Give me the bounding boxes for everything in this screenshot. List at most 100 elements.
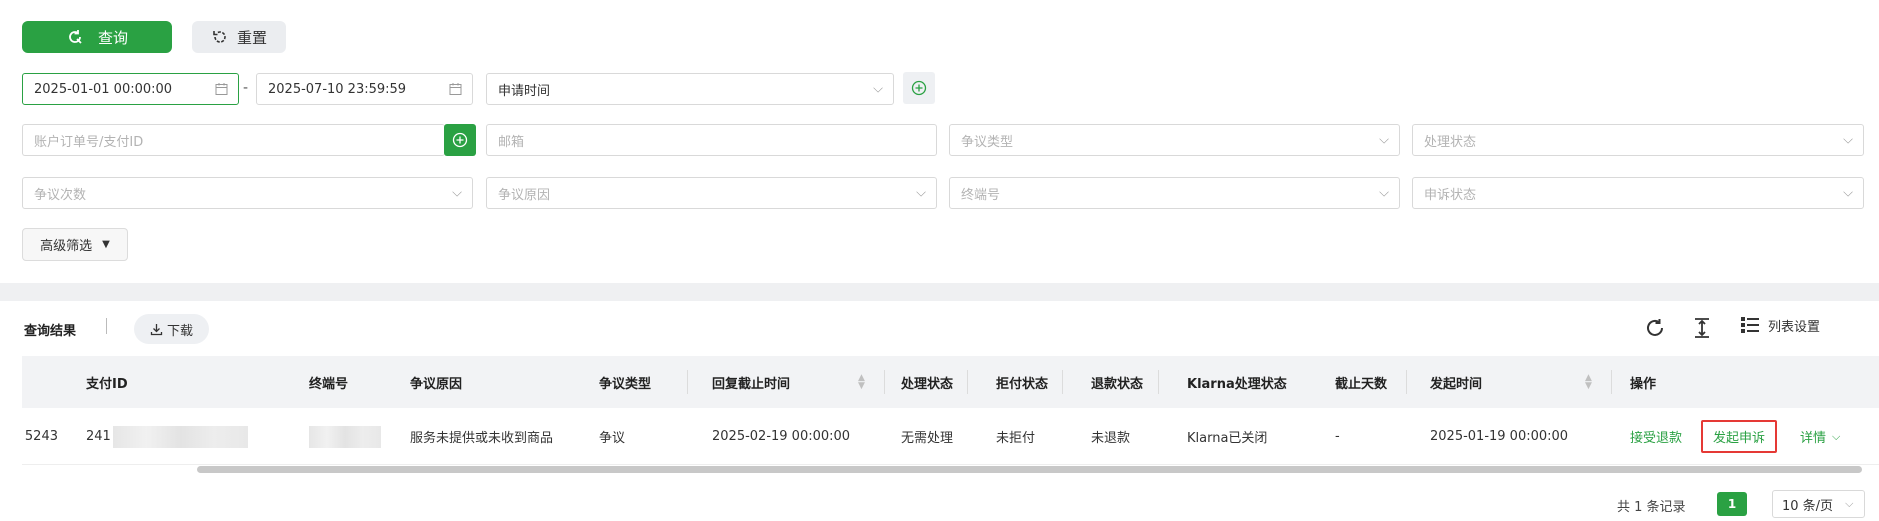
download-button[interactable]: 下载 (134, 314, 209, 344)
cell-terminal (309, 408, 381, 465)
reset-icon (213, 31, 226, 43)
pay-id-prefix: 241 (86, 429, 111, 444)
plus-circle-icon (911, 80, 927, 96)
header-refund-status: 退款状态 (1091, 376, 1144, 392)
redacted-pay-id (112, 425, 248, 448)
end-date-input[interactable]: 2025-07-10 23:59:59 (256, 73, 473, 105)
sort-icon[interactable]: ▲ ▼ (858, 356, 865, 408)
download-label: 下载 (166, 323, 193, 339)
header-terminal: 终端号 (309, 376, 349, 392)
header-type: 争议类型 (599, 376, 652, 392)
email-placeholder: 邮箱 (498, 134, 525, 150)
redacted-terminal (309, 425, 381, 448)
column-settings-button[interactable]: 列表设置 (1740, 315, 1820, 335)
table-header: 支付ID 终端号 争议原因 争议类型 回复截止时间 ▲ ▼ 处理状态 拒付状态 退… (22, 356, 1879, 408)
column-settings-label: 列表设置 (1768, 319, 1821, 335)
chevron-down-icon: ⌵ (1843, 132, 1853, 148)
dispute-reason-placeholder: 争议原因 (498, 187, 551, 203)
add-condition-button[interactable] (903, 72, 935, 104)
email-field[interactable]: 邮箱 (486, 124, 937, 156)
header-divider (1158, 370, 1159, 394)
caret-down-icon: ▼ (102, 239, 110, 250)
download-icon (150, 323, 163, 335)
result-title: 查询结果 (24, 324, 77, 339)
cell-created-time: 2025-01-19 00:00:00 (1430, 429, 1569, 444)
header-reason: 争议原因 (410, 376, 463, 392)
reset-button-label: 重置 (236, 28, 267, 47)
appeal-status-placeholder: 申诉状态 (1424, 187, 1477, 203)
chevron-down-icon: ⌵ (1832, 429, 1841, 443)
chevron-down-icon: ⌵ (1845, 497, 1854, 510)
process-status-placeholder: 处理状态 (1424, 134, 1477, 150)
dispute-count-select[interactable]: 争议次数 ⌵ (22, 177, 473, 209)
cell-pay-id: 241 (86, 408, 248, 465)
table-row: 5243 241 服务未提供或未收到商品 争议 2025-02-19 00:00… (22, 408, 1879, 465)
order-id-input[interactable]: 账户订单号/支付ID (22, 124, 445, 156)
advanced-filter-label: 高级筛选 (40, 239, 93, 254)
header-process-status: 处理状态 (901, 376, 954, 392)
dispute-type-select[interactable]: 争议类型 ⌵ (949, 124, 1400, 156)
end-date-value: 2025-07-10 23:59:59 (268, 81, 407, 97)
header-divider (1611, 370, 1612, 394)
cell-order-id: 5243 (12, 408, 58, 465)
cell-chargeback-status: 未拒付 (996, 431, 1036, 446)
start-appeal-button[interactable]: 发起申诉 (1701, 408, 1778, 465)
header-divider (1406, 370, 1407, 394)
refresh-icon[interactable] (1644, 317, 1666, 339)
header-divider (1062, 370, 1063, 394)
dispute-count-placeholder: 争议次数 (34, 187, 87, 203)
header-chargeback-status: 拒付状态 (996, 376, 1049, 392)
cell-type: 争议 (599, 431, 626, 446)
chevron-down-icon: ⌵ (1843, 185, 1853, 201)
result-panel: 查询结果 下载 列表设置 支付ID 终端号 争议原因 争议类型 回复截止时间 ▲… (0, 301, 1879, 521)
detail-label: 详情 (1800, 431, 1827, 446)
chevron-down-icon: ⌵ (916, 185, 926, 201)
header-klarna-status: Klarna处理状态 (1187, 376, 1287, 392)
process-status-select[interactable]: 处理状态 ⌵ (1412, 124, 1864, 156)
filter-panel: 查询 重置 2025-01-01 00:00:00 - 2025-07-10 2… (0, 0, 1879, 283)
header-actions: 操作 (1630, 376, 1657, 392)
header-deadline-days: 截止天数 (1335, 376, 1388, 392)
terminal-select[interactable]: 终端号 ⌵ (949, 177, 1400, 209)
start-appeal-label: 发起申诉 (1701, 420, 1778, 453)
time-type-select[interactable]: 申请时间 ⌵ (486, 73, 894, 105)
start-date-value: 2025-01-01 00:00:00 (34, 81, 173, 97)
header-created-time[interactable]: 发起时间 (1430, 356, 1482, 408)
calendar-icon (215, 83, 228, 95)
accept-refund-label: 接受退款 (1630, 431, 1683, 446)
horizontal-scrollbar[interactable] (197, 466, 1862, 473)
date-range-separator: - (243, 80, 249, 96)
plus-circle-icon (452, 132, 468, 148)
sort-icon[interactable]: ▲ ▼ (1585, 356, 1592, 408)
dispute-type-placeholder: 争议类型 (961, 134, 1014, 150)
query-button[interactable]: 查询 (22, 21, 172, 53)
batch-input-button[interactable] (444, 124, 476, 156)
appeal-status-select[interactable]: 申诉状态 ⌵ (1412, 177, 1864, 209)
page-size-select[interactable]: 10 条/页 ⌵ (1772, 490, 1865, 518)
header-pay-id: 支付ID (86, 376, 128, 392)
chevron-down-icon: ⌵ (1379, 132, 1389, 148)
total-records: 共 1 条记录 (1617, 500, 1686, 515)
detail-dropdown[interactable]: 详情 ⌵ (1800, 408, 1840, 465)
cell-refund-status: 未退款 (1091, 431, 1131, 446)
page-button-current[interactable]: 1 (1717, 492, 1747, 516)
divider (106, 318, 107, 334)
calendar-icon (449, 83, 462, 95)
reset-button[interactable]: 重置 (192, 21, 286, 53)
query-button-label: 查询 (97, 28, 128, 47)
column-height-icon[interactable] (1692, 317, 1712, 339)
terminal-placeholder: 终端号 (961, 187, 1001, 203)
header-reply-deadline[interactable]: 回复截止时间 (712, 356, 790, 408)
page-size-value: 10 条/页 (1782, 498, 1834, 514)
cell-deadline-days: - (1335, 429, 1340, 444)
advanced-filter-button[interactable]: 高级筛选 ▼ (22, 228, 128, 261)
start-date-input[interactable]: 2025-01-01 00:00:00 (22, 73, 239, 105)
dispute-reason-select[interactable]: 争议原因 ⌵ (486, 177, 937, 209)
accept-refund-link[interactable]: 接受退款 (1630, 408, 1682, 465)
cell-klarna-status: Klarna已关闭 (1187, 431, 1268, 446)
list-icon (1741, 317, 1759, 333)
chevron-down-icon: ⌵ (873, 81, 883, 97)
order-id-tail: 5243 (24, 429, 58, 444)
header-divider (687, 370, 688, 394)
time-type-value: 申请时间 (498, 83, 551, 99)
